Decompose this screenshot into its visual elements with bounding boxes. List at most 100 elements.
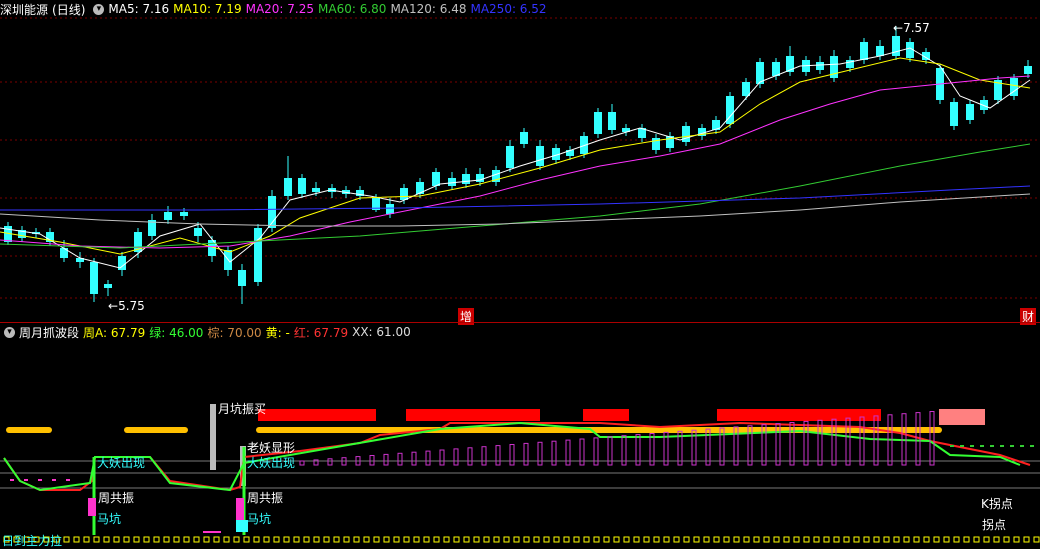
yellow-dot (353, 536, 360, 543)
yellow-dot (253, 536, 260, 543)
yellow-dot (433, 536, 440, 543)
signal-pink-block (939, 409, 985, 425)
yellow-dot (923, 536, 930, 543)
signal-orange-bar (124, 427, 188, 433)
yellow-dot (783, 536, 790, 543)
yellow-dot (263, 536, 270, 543)
red-step-line (3, 421, 1031, 492)
ind-hong: 红: 67.79 (293, 325, 349, 340)
candle-body-down (950, 102, 958, 126)
green-dash (990, 445, 994, 447)
magenta-bar (635, 434, 641, 466)
collapse-icon[interactable]: ▾ (93, 3, 105, 15)
yellow-dot (553, 536, 560, 543)
yellow-dot (753, 536, 760, 543)
yellow-dot (223, 536, 230, 543)
yellow-dot (823, 536, 830, 543)
collapse-icon[interactable]: ▾ (4, 326, 15, 338)
annotation-makeng-2: 马坑 (247, 512, 272, 526)
yellow-dot (533, 536, 540, 543)
candle-body-down (506, 146, 514, 168)
green-dash (1020, 445, 1024, 447)
green-dash (1030, 445, 1034, 447)
yellow-dot (543, 536, 550, 543)
candle-body-down (194, 228, 202, 236)
magenta-bar (859, 416, 865, 466)
ma20-label: MA20: 7.25 (245, 2, 315, 16)
magenta-bar (495, 445, 501, 466)
ma5-label: MA5: 7.16 (108, 2, 170, 16)
green-dash (1010, 445, 1014, 447)
yellow-dot (703, 536, 710, 543)
yellow-dot (243, 536, 250, 543)
yellow-dot (903, 536, 910, 543)
indicator-chart[interactable] (0, 323, 1040, 549)
yellow-dot (483, 536, 490, 543)
green-step-line (3, 421, 1021, 492)
yellow-dot (133, 536, 140, 543)
pink-dash (52, 479, 56, 481)
yellow-dot (73, 536, 80, 543)
candle-body-down (164, 212, 172, 220)
candle-body-down (238, 270, 246, 286)
ind-zhou-a: 周A: 67.79 (83, 325, 146, 340)
yellow-dot (283, 536, 290, 543)
candlestick-chart[interactable] (0, 0, 1040, 322)
pink-dash (66, 479, 70, 481)
candle-body-down (312, 188, 320, 192)
magenta-bar (845, 417, 851, 466)
yellow-dot (343, 536, 350, 543)
yellow-dot (593, 536, 600, 543)
yellow-dot (863, 536, 870, 543)
candle-body-down (462, 174, 470, 184)
yellow-dot (493, 536, 500, 543)
yellow-dot (453, 536, 460, 543)
yellow-dot (693, 536, 700, 543)
yellow-dot (963, 536, 970, 543)
candle-body-down (892, 36, 900, 56)
annotation-zhougongzhen-1: 周共振 (98, 491, 135, 505)
magenta-bar (369, 455, 375, 466)
indicator-panel[interactable]: ▾ 周月抓波段 周A: 67.79 绿: 46.00 棕: 70.00 黄: -… (0, 323, 1040, 549)
magenta-bar (467, 447, 473, 466)
signal-red-block (583, 409, 629, 421)
annotation-dayao-1: 大妖出现 (97, 456, 146, 470)
yellow-dot (313, 536, 320, 543)
magenta-bar (411, 451, 417, 466)
main-header: 深圳能源 (日线) ▾ MA5: 7.16 MA10: 7.19 MA20: 7… (0, 0, 1040, 18)
pink-dash (10, 479, 14, 481)
magenta-small (203, 531, 221, 533)
yellow-dot (663, 536, 670, 543)
yellow-dot (233, 536, 240, 543)
yellow-dot (813, 536, 820, 543)
candle-body-down (284, 178, 292, 196)
candle-body-down (432, 172, 440, 186)
main-chart-panel[interactable]: 深圳能源 (日线) ▾ MA5: 7.16 MA10: 7.19 MA20: 7… (0, 0, 1040, 325)
annotation-dayao-2: 大妖出现 (247, 456, 296, 470)
yellow-dot (733, 536, 740, 543)
yellow-dot (883, 536, 890, 543)
magenta-bar (299, 460, 305, 466)
period-label: (日线) (52, 2, 86, 17)
yellow-dot (393, 536, 400, 543)
yellow-dot (803, 536, 810, 543)
pink-dash (38, 479, 42, 481)
yellow-dot (363, 536, 370, 543)
yellow-dot (913, 536, 920, 543)
yellow-dot (83, 536, 90, 543)
yellow-dot (273, 536, 280, 543)
green-dash (980, 445, 984, 447)
candle-body-down (104, 284, 112, 288)
yellow-dot (853, 536, 860, 543)
annotation-bottom: 日到主力拉 (2, 534, 63, 548)
indicator-header: ▾ 周月抓波段 周A: 67.79 绿: 46.00 棕: 70.00 黄: -… (0, 323, 1040, 341)
yellow-dot (1003, 536, 1010, 543)
yellow-dot (643, 536, 650, 543)
magenta-bar (453, 448, 459, 466)
green-dash (950, 445, 954, 447)
magenta-bar (397, 452, 403, 466)
yellow-dot (383, 536, 390, 543)
candle-body-down (400, 188, 408, 200)
magenta-bar (327, 458, 333, 466)
yellow-dot (513, 536, 520, 543)
